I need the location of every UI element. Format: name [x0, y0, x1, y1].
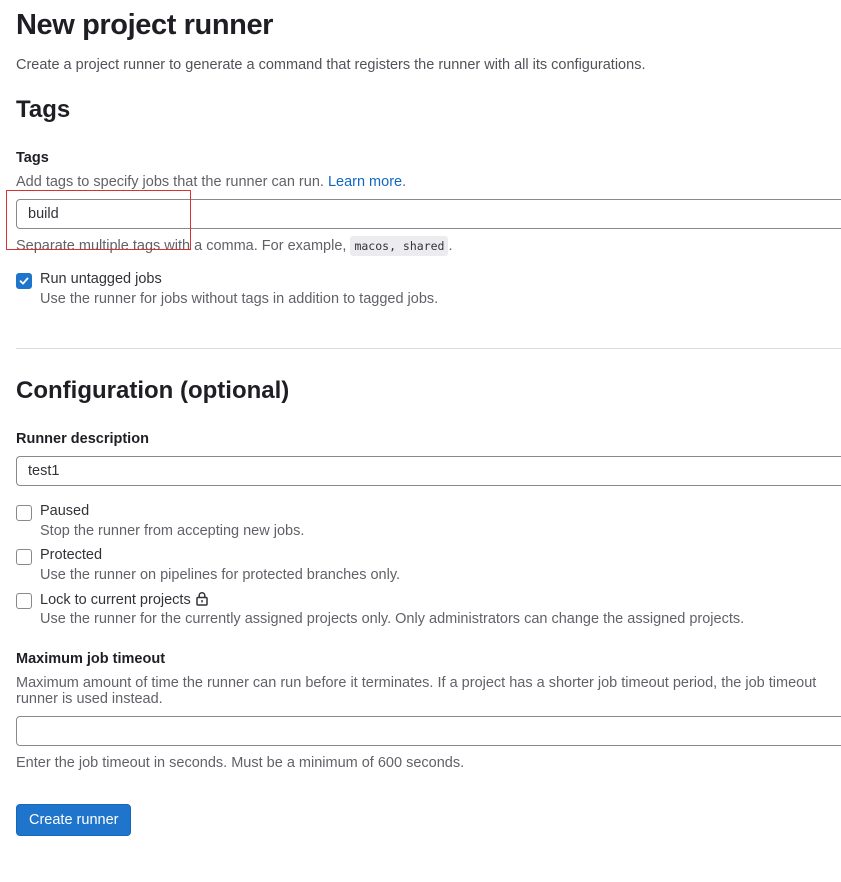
paused-checkbox[interactable] [16, 505, 32, 521]
tags-example-code: macos, shared [350, 236, 449, 256]
tags-help-text: Add tags to specify jobs that the runner… [16, 174, 406, 190]
tags-example-prefix: Separate multiple tags with a comma. For… [16, 238, 351, 254]
runner-description-label: Runner description [16, 431, 149, 447]
max-timeout-input[interactable] [16, 716, 841, 746]
paused-help: Stop the runner from accepting new jobs. [40, 523, 305, 539]
lock-projects-help: Use the runner for the currently assigne… [40, 611, 745, 627]
tags-example-suffix: . [448, 238, 453, 254]
protected-help: Use the runner on pipelines for protecte… [40, 567, 401, 583]
lock-icon [195, 592, 208, 606]
lock-projects-checkbox[interactable] [16, 593, 32, 609]
max-timeout-help-line2: runner is used instead. [16, 691, 163, 707]
tags-input[interactable]: build [16, 199, 841, 229]
lock-projects-label[interactable]: Lock to current projects [40, 592, 191, 608]
learn-more-suffix: . [402, 174, 407, 190]
run-untagged-checkbox[interactable] [16, 273, 32, 289]
configuration-section-heading: Configuration (optional) [16, 377, 290, 404]
paused-label[interactable]: Paused [40, 503, 89, 519]
protected-label[interactable]: Protected [40, 547, 102, 563]
lock-projects-label-wrap[interactable]: Lock to current projects [40, 591, 209, 608]
protected-checkbox[interactable] [16, 549, 32, 565]
learn-more-link[interactable]: Learn more [328, 174, 402, 190]
check-icon [19, 277, 29, 285]
tags-example-text: Separate multiple tags with a comma. For… [16, 236, 453, 256]
create-runner-button[interactable]: Create runner [16, 804, 132, 836]
max-timeout-label: Maximum job timeout [16, 651, 166, 667]
max-timeout-help-line1: Maximum amount of time the runner can ru… [16, 675, 817, 691]
tags-field-label: Tags [16, 150, 49, 166]
run-untagged-help: Use the runner for jobs without tags in … [40, 291, 439, 307]
runner-description-input[interactable]: test1 [16, 456, 841, 486]
max-timeout-hint: Enter the job timeout in seconds. Must b… [16, 755, 465, 771]
run-untagged-label[interactable]: Run untagged jobs [40, 271, 162, 287]
section-divider [16, 348, 841, 349]
page-subtitle: Create a project runner to generate a co… [16, 57, 646, 73]
tags-section-heading: Tags [16, 96, 71, 123]
tags-help-sentence: Add tags to specify jobs that the runner… [16, 174, 324, 190]
page-title: New project runner [16, 9, 274, 41]
